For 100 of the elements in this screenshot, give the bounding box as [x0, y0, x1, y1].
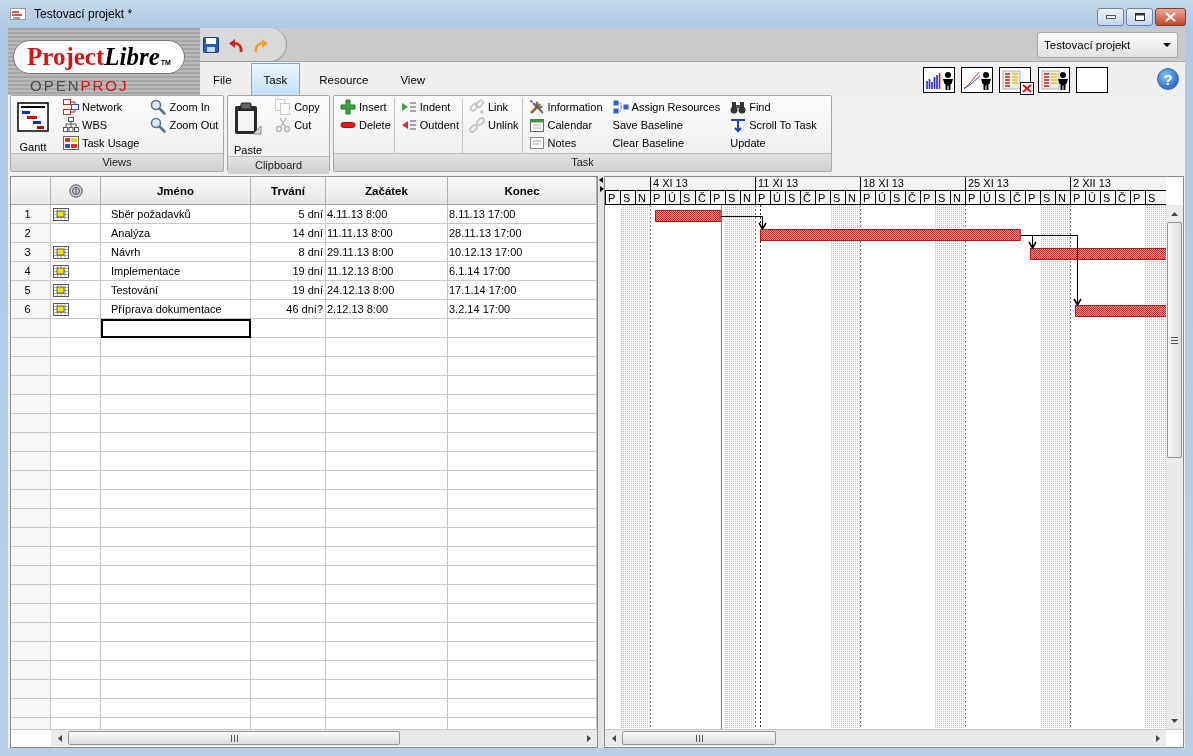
menu-tab[interactable]: Task: [250, 63, 301, 95]
task-start: 4.11.13 8:00: [326, 205, 448, 224]
bar-chart-person-icon[interactable]: [923, 67, 955, 93]
project-dropdown[interactable]: Testovací projekt: [1037, 31, 1178, 58]
outdent-button[interactable]: Outdent: [399, 116, 460, 134]
menu-tab[interactable]: Resource: [306, 63, 382, 95]
day-label: P: [1025, 191, 1040, 204]
blank-square-icon[interactable]: [1076, 67, 1108, 93]
curved-left-arrow-icon[interactable]: [228, 36, 244, 53]
scrollbar-thumb[interactable]: [68, 731, 400, 745]
day-label: S: [785, 191, 800, 204]
task-name: Sběr požadavků: [101, 205, 251, 224]
caret-icon: [1163, 42, 1171, 47]
right-arrow-icon[interactable]: [587, 734, 591, 742]
day-label: Ú: [980, 191, 995, 204]
day-label: P: [815, 191, 830, 204]
menu-tab[interactable]: View: [387, 63, 439, 95]
up-arrow-icon[interactable]: [1171, 212, 1178, 216]
left-arrow-icon: [400, 117, 417, 133]
task-name: Implementace: [101, 262, 251, 281]
minimize-button[interactable]: [1097, 8, 1124, 26]
task-start: 24.12.13 8:00: [326, 281, 448, 300]
close-icon: [1165, 12, 1176, 22]
task-duration: 19 dní: [251, 281, 326, 300]
menu-tab[interactable]: File: [200, 63, 245, 95]
wbs-button[interactable]: WBS: [62, 116, 141, 134]
notes-button[interactable]: Notes: [527, 134, 604, 152]
task-bar[interactable]: [655, 209, 722, 223]
task-bar[interactable]: [1075, 305, 1166, 317]
day-label: P: [860, 191, 875, 204]
task-finish: 10.12.13 17:00: [448, 243, 597, 262]
restore-button[interactable]: [1126, 8, 1153, 26]
left-arrow-icon[interactable]: [58, 734, 62, 742]
save-baseline-button[interactable]: Save Baseline: [611, 116, 722, 134]
zoom-out-button[interactable]: Zoom Out: [149, 116, 220, 134]
tools-icon: [528, 99, 545, 115]
app-icon: [10, 8, 26, 20]
row-number: 1: [11, 205, 51, 224]
vertical-scrollbar[interactable]: [1166, 205, 1183, 729]
table-person-icon[interactable]: [1038, 67, 1070, 93]
network-button[interactable]: Network: [62, 98, 141, 116]
horizontal-scrollbar[interactable]: [51, 730, 597, 746]
cell-editor-field[interactable]: [101, 319, 251, 338]
splitter-arrows-icon[interactable]: [598, 177, 604, 193]
down-arrow-icon[interactable]: [1171, 719, 1178, 723]
task-start: 29.11.13 8:00: [326, 243, 448, 262]
find-button[interactable]: Find: [729, 98, 818, 116]
horizontal-scrollbar[interactable]: [605, 730, 1166, 746]
left-arrow-icon[interactable]: [612, 734, 616, 742]
day-label: Č: [1115, 191, 1130, 204]
scroll-to-task-button[interactable]: Scroll To Task: [729, 116, 818, 134]
line-chart-person-icon[interactable]: [961, 67, 993, 93]
table-cross-icon[interactable]: [999, 67, 1034, 95]
gantt-chart-icon: [17, 102, 49, 132]
plus-icon: [340, 99, 356, 115]
task-duration: 19 dní: [251, 262, 326, 281]
day-label: Č: [905, 191, 920, 204]
hierarchy-icon: [63, 117, 79, 133]
day-label: Ú: [1085, 191, 1100, 204]
magnifier-icon: [150, 99, 167, 115]
day-label: P: [650, 191, 665, 204]
task-usage-button[interactable]: Task Usage: [62, 134, 141, 152]
column-header: Začátek: [326, 177, 448, 205]
task-finish: 17.1.14 17:00: [448, 281, 597, 300]
row-number: 4: [11, 262, 51, 281]
week-label: 4 XI 13: [653, 177, 688, 189]
day-label: S: [1100, 191, 1115, 204]
task-bar[interactable]: [760, 228, 1022, 242]
scissors-icon: [275, 117, 292, 133]
group-label: Task: [334, 153, 831, 171]
indent-button[interactable]: Indent: [399, 98, 460, 116]
scrollbar-thumb[interactable]: [1167, 222, 1182, 458]
week-label: 2 XII 13: [1073, 177, 1111, 189]
clear-baseline-button[interactable]: Clear Baseline: [611, 134, 722, 152]
scrollbar-thumb[interactable]: [622, 731, 776, 745]
task-bar[interactable]: [1030, 248, 1166, 260]
zoom-in-button[interactable]: Zoom In: [149, 98, 220, 116]
task-duration: 8 dní: [251, 243, 326, 262]
assign-resources-button[interactable]: Assign Resources: [611, 98, 722, 116]
information-button[interactable]: Information: [527, 98, 604, 116]
right-arrow-icon[interactable]: [1156, 734, 1160, 742]
task-start: 11.12.13 8:00: [326, 262, 448, 281]
logo-subtitle: OPENPROJ: [30, 78, 129, 94]
day-label: P: [1070, 191, 1085, 204]
row-number: 2: [11, 224, 51, 243]
gantt-button[interactable]: Gantt: [13, 98, 53, 153]
info-icon: [68, 183, 83, 198]
close-button[interactable]: [1155, 8, 1186, 26]
dependency-arrow: [720, 216, 767, 231]
day-label: Ú: [665, 191, 680, 204]
day-label: S: [995, 191, 1010, 204]
delete-button[interactable]: Delete: [339, 116, 392, 134]
row-number: 5: [11, 281, 51, 300]
paste-button[interactable]: Paste: [230, 98, 267, 156]
insert-button[interactable]: Insert: [339, 98, 392, 116]
update-button[interactable]: Update: [729, 134, 818, 152]
task-finish: 28.11.13 17:00: [448, 224, 597, 243]
task-finish: 6.1.14 17:00: [448, 262, 597, 281]
restore-icon: [1134, 13, 1145, 21]
calendar-button[interactable]: Calendar: [527, 116, 604, 134]
